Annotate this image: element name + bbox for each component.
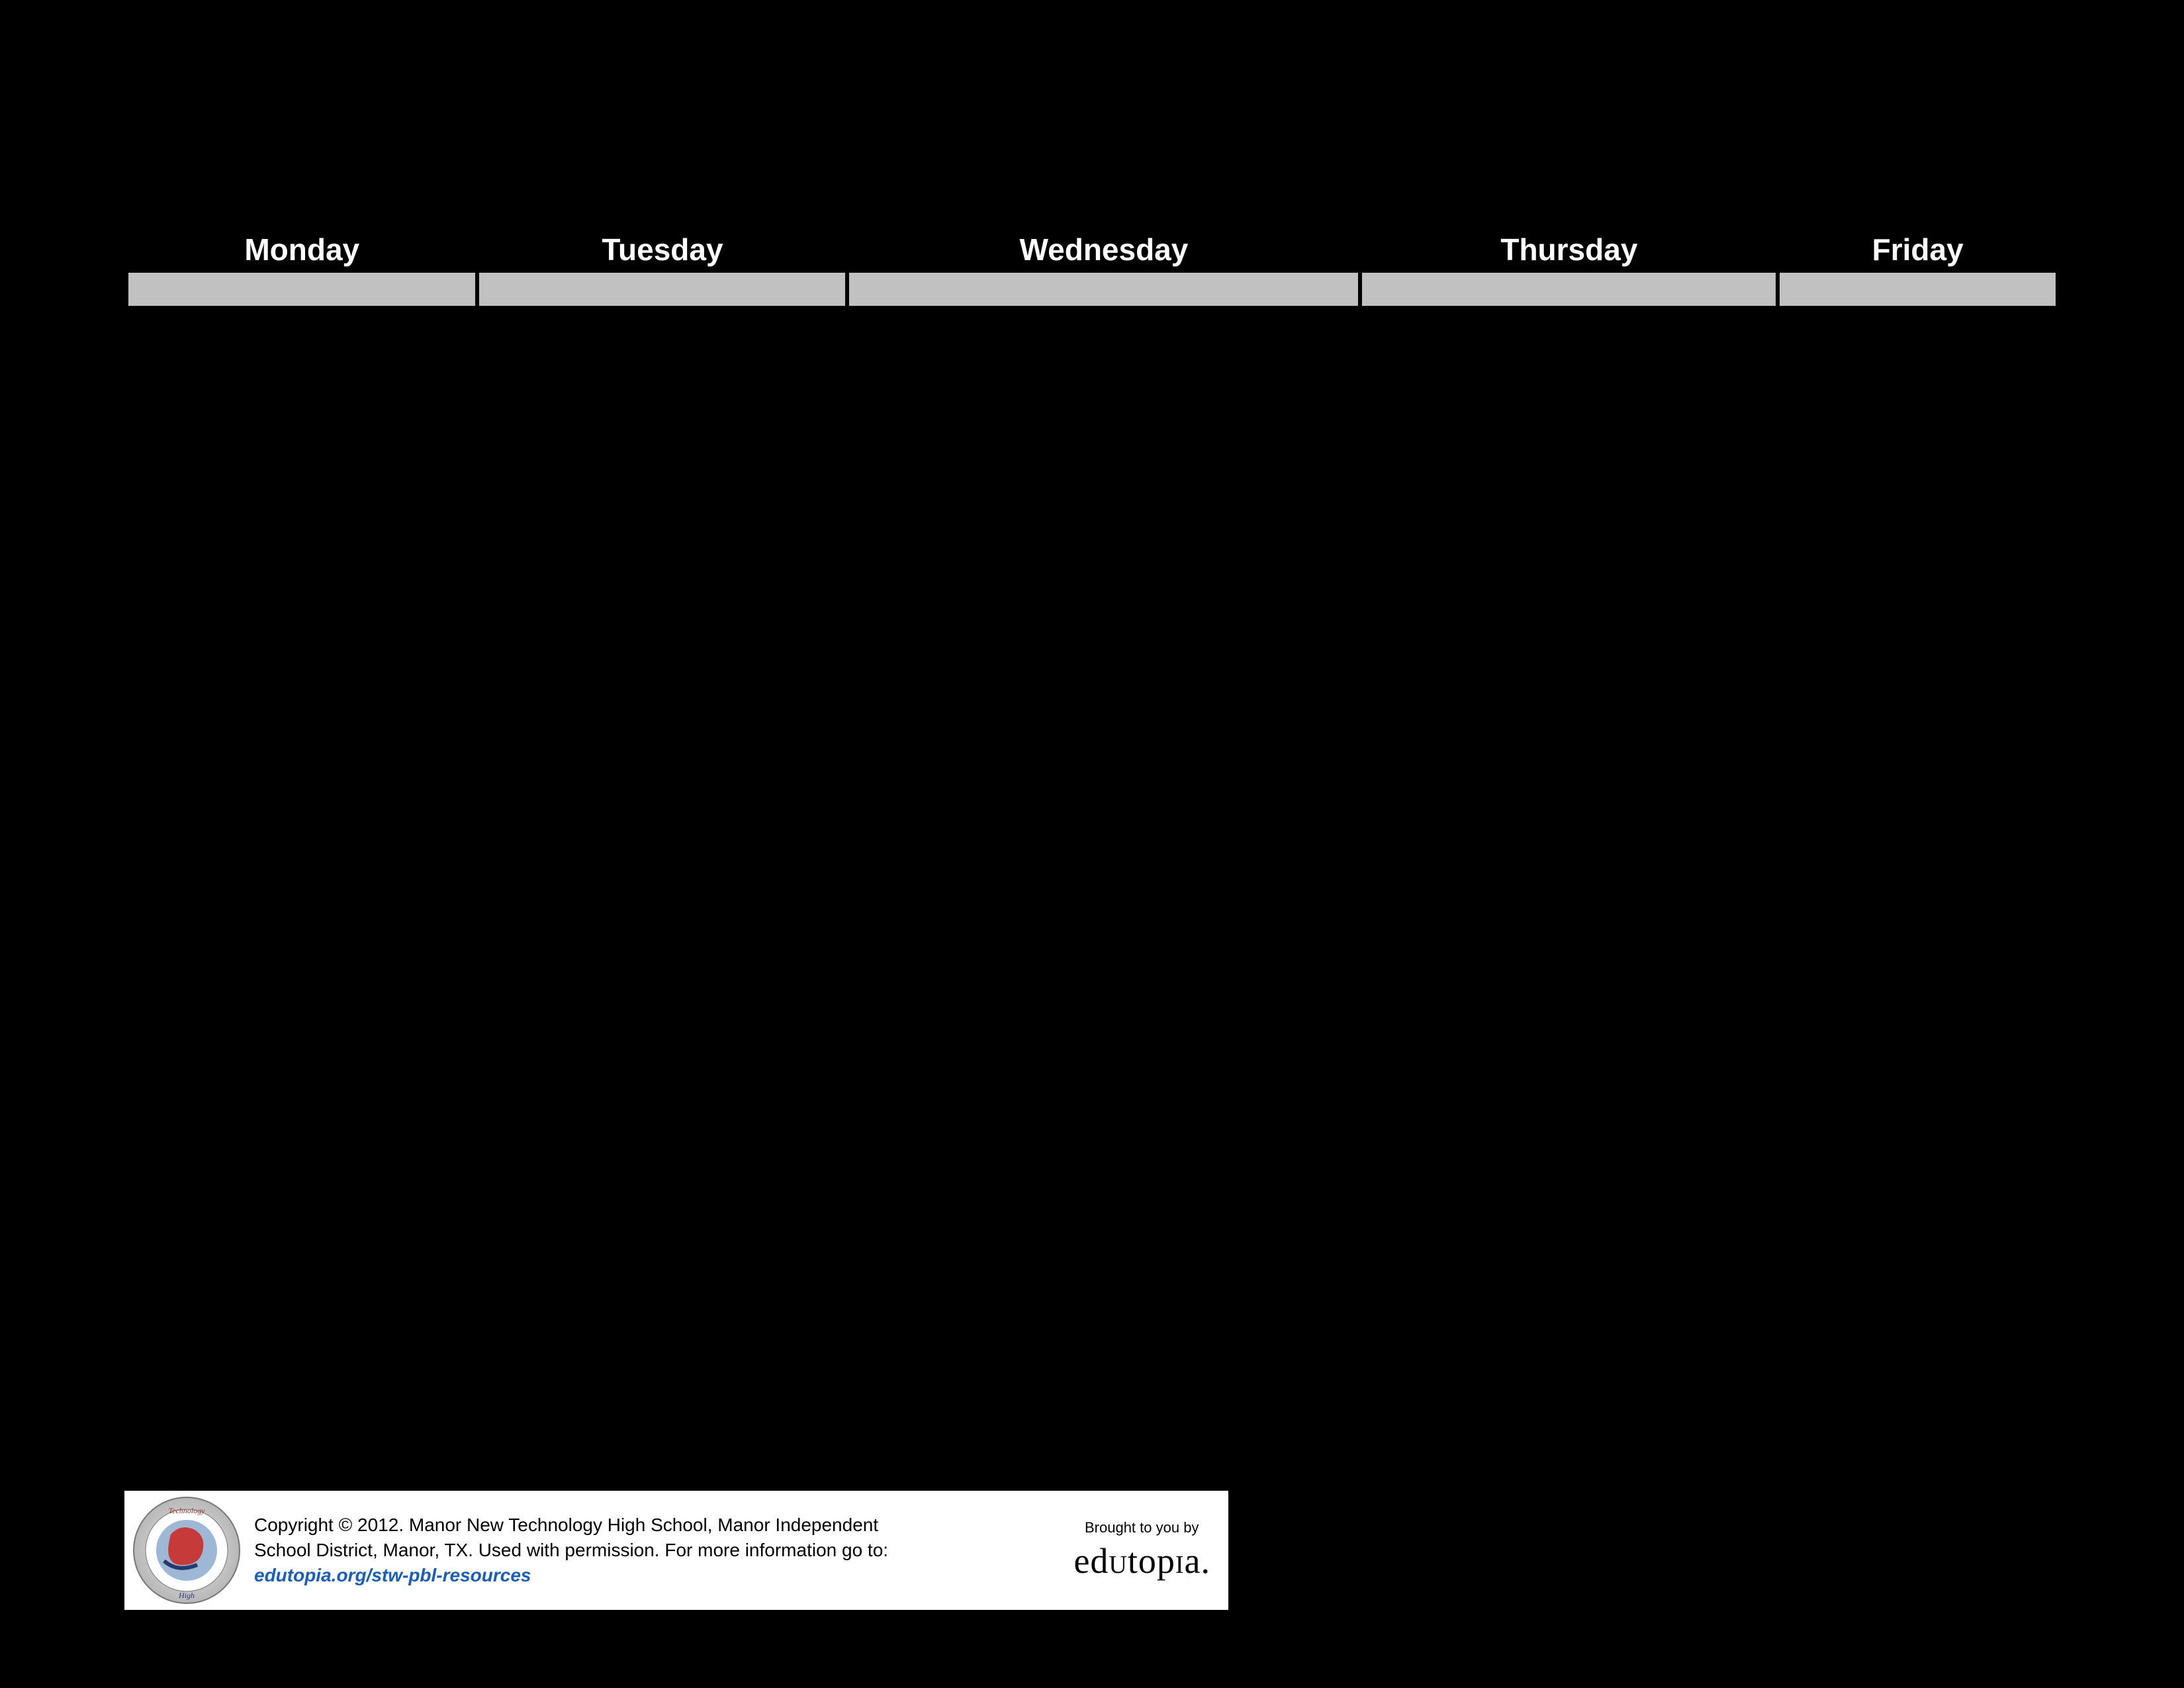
- copyright-line-1: Copyright © 2012. Manor New Technology H…: [254, 1515, 878, 1535]
- day-header-tuesday: Tuesday: [479, 228, 845, 273]
- weekday-blank-row: [128, 273, 2056, 306]
- day-cell: [128, 273, 475, 306]
- footer-credit-box: Technology High Copyright © 2012. Manor …: [124, 1491, 1228, 1610]
- weekday-header-table: Monday Tuesday Wednesday Thursday Friday: [124, 228, 2060, 306]
- day-cell: [1362, 273, 1776, 306]
- brought-to-you-label: Brought to you by: [1073, 1519, 1210, 1536]
- svg-text:High: High: [178, 1591, 195, 1600]
- day-header-monday: Monday: [128, 228, 475, 273]
- day-header-thursday: Thursday: [1362, 228, 1776, 273]
- footer-copyright: Copyright © 2012. Manor New Technology H…: [254, 1513, 1073, 1587]
- day-cell: [1780, 273, 2056, 306]
- footer-brand-block: Brought to you by edutopia.: [1073, 1519, 1228, 1581]
- day-header-friday: Friday: [1780, 228, 2056, 273]
- svg-text:Technology: Technology: [169, 1506, 206, 1515]
- footer-link[interactable]: edutopia.org/stw-pbl-resources: [254, 1565, 531, 1585]
- day-cell: [849, 273, 1358, 306]
- edutopia-logo: edutopia.: [1073, 1540, 1210, 1581]
- weekday-header-row: Monday Tuesday Wednesday Thursday Friday: [128, 228, 2056, 273]
- school-logo-icon: Technology High: [131, 1495, 242, 1606]
- day-header-wednesday: Wednesday: [849, 228, 1358, 273]
- copyright-line-2: School District, Manor, TX. Used with pe…: [254, 1540, 888, 1560]
- day-cell: [479, 273, 845, 306]
